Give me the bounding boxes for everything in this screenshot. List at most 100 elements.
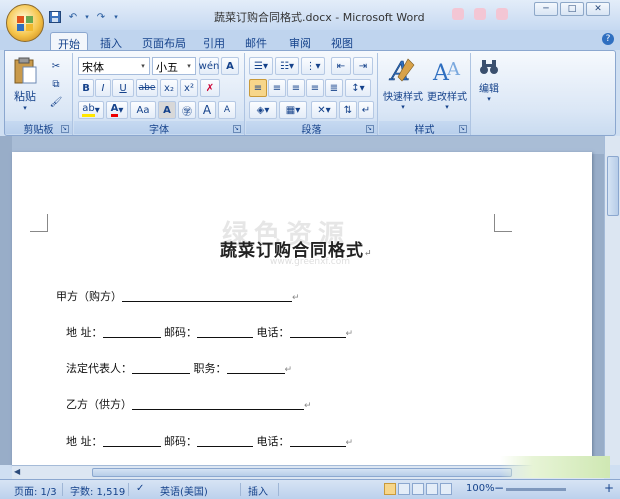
decrease-indent-button[interactable]: ⇤ (331, 57, 351, 75)
borders-button[interactable]: ▦▾ (279, 101, 307, 119)
draft-icon[interactable] (440, 483, 452, 495)
document-title[interactable]: 蔬菜订购合同格式↵ (220, 236, 373, 261)
clear-formatting-button[interactable]: ✗ (200, 79, 220, 97)
font-launcher-icon[interactable]: ↘ (233, 125, 241, 133)
paste-dropdown-icon[interactable]: ▾ (9, 104, 41, 112)
distributed-button[interactable]: ≣ (325, 79, 343, 97)
justify-button[interactable]: ≡ (306, 79, 324, 97)
vertical-scrollbar[interactable] (604, 136, 620, 465)
legal-representative-line[interactable]: 法定代表人： 职务： ↵ (66, 360, 292, 376)
redo-icon[interactable]: ↷ (94, 10, 108, 24)
phonetic-guide-button[interactable]: wén (199, 57, 219, 75)
increase-indent-button[interactable]: ⇥ (353, 57, 373, 75)
align-center-button[interactable]: ≡ (268, 79, 286, 97)
outline-icon[interactable] (426, 483, 438, 495)
align-left-button[interactable]: ≡ (249, 79, 267, 97)
party-a-line[interactable]: 甲方（购方） ↵ (56, 288, 300, 304)
sort-button[interactable]: ⇅ (339, 101, 357, 119)
window-title: 蔬菜订购合同格式.docx - Microsoft Word (214, 11, 425, 24)
cut-icon[interactable]: ✂ (47, 57, 65, 75)
tab-references[interactable]: 引用 (198, 32, 230, 50)
word-count[interactable]: 字数: 1,519 (70, 483, 125, 498)
paragraph-group: ☰▾ ☷▾ ⋮▾ ⇤ ⇥ ≡ ≡ ≡ ≡ ≣ ↕▾ ◈▾ ▦▾ ✕▾ ⇅ ↵ 段… (246, 53, 378, 136)
customize-qat-icon[interactable]: ▾ (112, 10, 120, 24)
shading-button[interactable]: ◈▾ (249, 101, 277, 119)
shrink-font-button[interactable]: A (218, 101, 236, 119)
chinese-layout-button[interactable]: ✕▾ (311, 101, 337, 119)
undo-dropdown-icon[interactable]: ▾ (84, 10, 90, 24)
office-logo-icon (17, 16, 33, 31)
save-icon[interactable] (48, 10, 62, 24)
multilevel-list-button[interactable]: ⋮▾ (301, 57, 325, 75)
tab-review[interactable]: 审阅 (284, 32, 316, 50)
web-layout-icon[interactable] (412, 483, 424, 495)
underline-button[interactable]: U (112, 79, 134, 97)
tab-page-layout[interactable]: 页面布局 (138, 32, 190, 50)
print-layout-icon[interactable] (384, 483, 396, 495)
quick-access-toolbar: ↶ ▾ ↷ ▾ (48, 9, 120, 25)
tab-insert[interactable]: 插入 (94, 32, 128, 50)
styles-group: A 快速样式 ▾ AA 更改样式 ▾ 样式 ↘ (379, 53, 471, 136)
superscript-button[interactable]: x² (180, 79, 198, 97)
align-right-button[interactable]: ≡ (287, 79, 305, 97)
paragraph-launcher-icon[interactable]: ↘ (366, 125, 374, 133)
styles-launcher-icon[interactable]: ↘ (459, 125, 467, 133)
full-screen-reading-icon[interactable] (398, 483, 410, 495)
highlight-button[interactable]: ab ▾ (78, 101, 104, 119)
font-name-select[interactable]: 宋体 ▾ (78, 57, 150, 75)
bullets-button[interactable]: ☰▾ (249, 57, 273, 75)
line-spacing-button[interactable]: ↕▾ (345, 79, 371, 97)
paragraph-group-label: 段落 (246, 121, 377, 136)
show-hide-marks-button[interactable]: ↵ (358, 101, 374, 119)
numbering-button[interactable]: ☷▾ (275, 57, 299, 75)
tab-view[interactable]: 视图 (326, 32, 358, 50)
quick-styles-button[interactable]: A 快速样式 ▾ (381, 55, 425, 115)
vertical-scroll-thumb[interactable] (607, 156, 619, 216)
bold-button[interactable]: B (78, 79, 94, 97)
change-styles-button[interactable]: AA 更改样式 ▾ (425, 55, 469, 115)
proofing-icon[interactable]: ✓ (136, 483, 144, 494)
copy-icon[interactable]: ⧉ (47, 75, 65, 93)
minimize-icon[interactable]: ─ (534, 2, 558, 16)
zoom-slider[interactable] (506, 488, 566, 491)
page-count[interactable]: 页面: 1/3 (14, 483, 57, 498)
subscript-button[interactable]: x₂ (160, 79, 178, 97)
horizontal-scroll-thumb[interactable] (92, 468, 512, 477)
editing-button[interactable]: 编辑 ▾ (474, 57, 504, 115)
font-size-select[interactable]: 小五 ▾ (152, 57, 196, 75)
party-b-line[interactable]: 乙方（供方） ↵ (66, 396, 312, 412)
clipboard-icon (14, 57, 37, 84)
character-border-button[interactable]: A (221, 57, 239, 75)
office-button[interactable] (6, 4, 44, 42)
tab-mailings[interactable]: 邮件 (240, 32, 272, 50)
zoom-in-icon[interactable]: + (604, 481, 614, 495)
window-decoration (452, 8, 516, 22)
insert-mode-indicator[interactable]: 插入 (248, 483, 268, 498)
undo-icon[interactable]: ↶ (66, 10, 80, 24)
party-a-address-line[interactable]: 地 址： 邮码： 电话： ↵ (66, 324, 353, 340)
font-color-button[interactable]: A ▾ (106, 101, 128, 119)
close-icon[interactable]: ✕ (586, 2, 610, 16)
tab-home[interactable]: 开始 (50, 32, 88, 51)
strikethrough-button[interactable]: abe (136, 79, 158, 97)
font-size-value: 小五 (156, 61, 178, 74)
italic-button[interactable]: I (95, 79, 111, 97)
party-b-address-line[interactable]: 地 址： 邮码： 电话： ↵ (66, 433, 353, 449)
maximize-icon[interactable]: □ (560, 2, 584, 16)
format-painter-icon[interactable]: 🖌 (47, 93, 65, 111)
change-case-button[interactable]: Aa (130, 101, 156, 119)
zoom-out-icon[interactable]: − (494, 481, 504, 495)
enclose-characters-button[interactable]: ㊫ (178, 101, 196, 119)
language-indicator[interactable]: 英语(美国) (160, 483, 208, 498)
zoom-level[interactable]: 100% (466, 483, 495, 494)
font-group-label: 字体 (74, 121, 244, 136)
grow-font-button[interactable]: A (198, 101, 216, 119)
document-page[interactable]: 绿色资源 www.greenxf.com 蔬菜订购合同格式↵ 甲方（购方） ↵ 地… (12, 152, 592, 465)
clipboard-launcher-icon[interactable]: ↘ (61, 125, 69, 133)
help-icon[interactable]: ? (602, 33, 614, 45)
document-area: 绿色资源 www.greenxf.com 蔬菜订购合同格式↵ 甲方（购方） ↵ 地… (0, 136, 620, 465)
scroll-left-icon[interactable]: ◀ (14, 467, 20, 476)
character-shading-button[interactable]: A (158, 101, 176, 119)
quick-styles-label: 快速样式 (383, 92, 423, 103)
paste-button[interactable]: 粘贴 ▾ (9, 57, 41, 115)
